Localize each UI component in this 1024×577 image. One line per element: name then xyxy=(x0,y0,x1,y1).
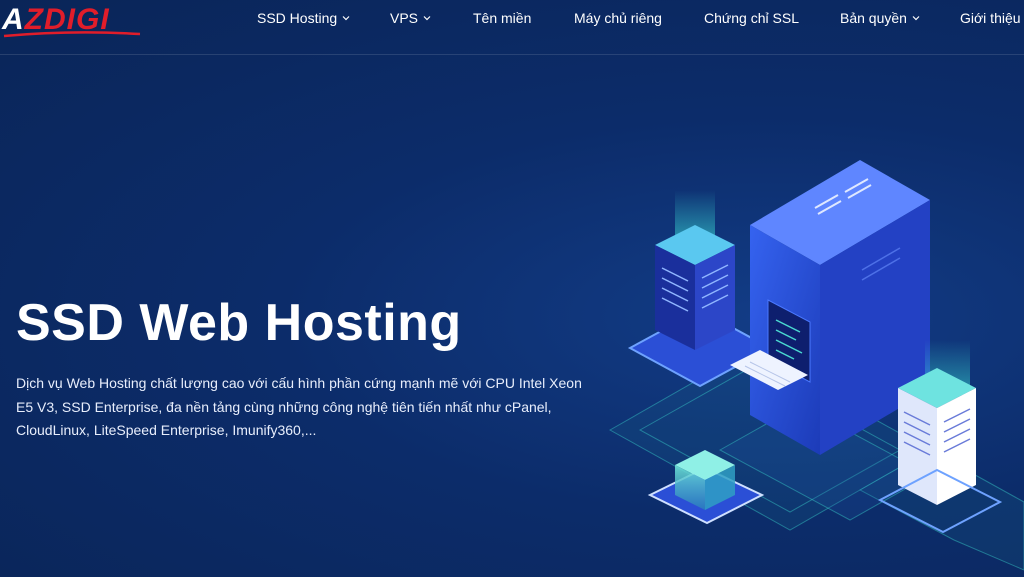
nav-item-vps[interactable]: VPS xyxy=(390,10,432,26)
nav-item-ssd-hosting[interactable]: SSD Hosting xyxy=(257,10,351,26)
main-nav: SSD Hosting VPS Tên miền Máy chủ riêng C… xyxy=(0,0,1024,54)
chevron-down-icon xyxy=(912,16,920,21)
nav-label: SSD Hosting xyxy=(257,10,338,26)
nav-label: Máy chủ riêng xyxy=(574,10,662,26)
nav-item-chung-chi-ssl[interactable]: Chứng chỉ SSL xyxy=(704,10,799,26)
nav-label: Giới thiệu xyxy=(960,10,1021,26)
nav-label: Tên miền xyxy=(473,10,532,26)
chevron-down-icon xyxy=(423,16,431,21)
site-header: AZDIGI SSD Hosting VPS Tên miền Máy chủ … xyxy=(0,0,1024,55)
nav-item-ban-quyen[interactable]: Bản quyền xyxy=(840,10,921,26)
nav-item-gioi-thieu[interactable]: Giới thiệu xyxy=(960,10,1021,26)
nav-label: Chứng chỉ SSL xyxy=(704,10,799,26)
chevron-down-icon xyxy=(342,16,350,21)
hero-description: Dịch vụ Web Hosting chất lượng cao với c… xyxy=(16,375,582,438)
nav-label: VPS xyxy=(390,10,419,26)
nav-label: Bản quyền xyxy=(840,10,907,26)
server-illustration xyxy=(608,160,1024,571)
nav-item-may-chu-rieng[interactable]: Máy chủ riêng xyxy=(574,10,662,26)
hero-title: SSD Web Hosting xyxy=(16,294,462,352)
nav-item-ten-mien[interactable]: Tên miền xyxy=(473,10,531,26)
